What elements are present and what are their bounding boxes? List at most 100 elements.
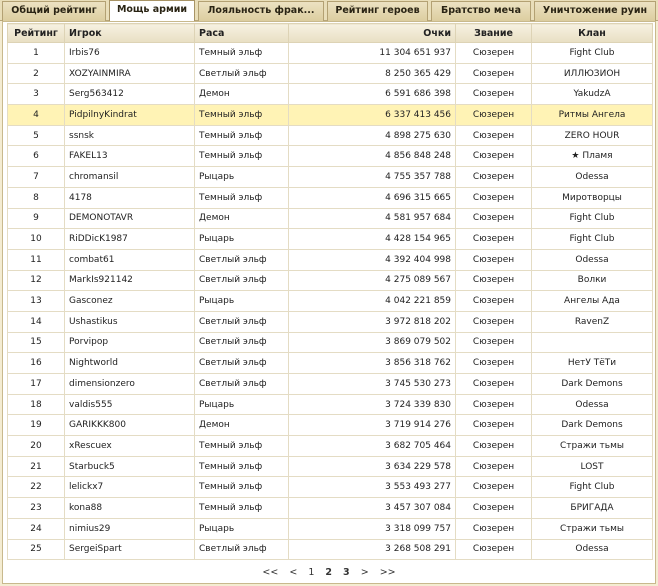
cell-clan[interactable]: Ангелы Ада (531, 290, 653, 312)
table-row[interactable]: 21 Starbuck5 Темный эльф 3 634 229 578 Сюзер… (7, 455, 653, 478)
cell-player[interactable]: Serg563412 (64, 83, 195, 106)
first-page-link[interactable]: << (262, 567, 278, 578)
cell-player[interactable]: DEMONOTAVR (64, 207, 195, 230)
cell-player[interactable]: XOZYAINMIRA (64, 62, 195, 85)
cell-clan[interactable]: Ритмы Ангела (531, 104, 653, 126)
cell-title: Сюзерен (455, 310, 532, 333)
table-row[interactable]: 25 SergeiSpart Светлый эльф 3 268 508 291 Сю… (7, 538, 653, 561)
cell-race: Светлый эльф (194, 538, 289, 561)
table-row[interactable]: 3 Serg563412 Демон 6 591 686 398 Сюзерен Yaku… (7, 83, 653, 106)
table-row[interactable]: 1 Irbis76 Темный эльф 11 304 651 937 Сюзерен… (7, 42, 653, 64)
cell-race: Светлый эльф (194, 331, 289, 354)
table-row[interactable]: 13 Gasconez Рыцарь 4 042 221 859 Сюзерен Анге… (7, 290, 653, 312)
cell-player[interactable]: xRescuex (64, 435, 195, 457)
cell-player[interactable]: FAKEL13 (64, 145, 195, 168)
cell-clan[interactable]: RavenZ (531, 310, 653, 333)
cell-points: 3 634 229 578 (288, 455, 456, 478)
cell-clan[interactable] (531, 331, 653, 354)
header-points[interactable]: Очки (288, 23, 456, 43)
cell-clan[interactable]: ★ Пламя (531, 145, 653, 168)
cell-player[interactable]: PidpilnyKindrat (64, 104, 195, 126)
page-link-3[interactable]: 3 (343, 567, 350, 578)
cell-player[interactable]: 4178 (64, 186, 195, 209)
table-row[interactable]: 22 lelickx7 Темный эльф 3 553 493 277 Сюзере… (7, 476, 653, 499)
table-row[interactable]: 12 MarkIs921142 Светлый эльф 4 275 089 567 С… (7, 269, 653, 292)
cell-clan[interactable]: YakudzA (531, 83, 653, 106)
cell-rank: 19 (7, 414, 65, 437)
cell-clan[interactable]: Odessa (531, 393, 653, 416)
table-row[interactable]: 19 GARIKKK800 Демон 3 719 914 276 Сюзерен Dar… (7, 414, 653, 437)
tab-heroes-rating[interactable]: Рейтинг героев (327, 1, 428, 21)
cell-player[interactable]: Nightworld (64, 352, 195, 374)
cell-player[interactable]: SergeiSpart (64, 538, 195, 561)
cell-clan[interactable]: НетУ ТёТи (531, 352, 653, 374)
header-race[interactable]: Раса (194, 23, 289, 43)
table-row[interactable]: 7 chromansil Рыцарь 4 755 357 788 Сюзерен Ode… (7, 166, 653, 188)
cell-clan[interactable]: LOST (531, 455, 653, 478)
header-rank[interactable]: Рейтинг (7, 23, 65, 43)
cell-points: 3 869 079 502 (288, 331, 456, 354)
cell-player[interactable]: GARIKKK800 (64, 414, 195, 437)
cell-clan[interactable]: Dark Demons (531, 373, 653, 395)
cell-clan[interactable]: ZERO HOUR (531, 124, 653, 147)
cell-player[interactable]: Porvipop (64, 331, 195, 354)
cell-clan[interactable]: ИЛЛЮЗИОН (531, 62, 653, 85)
cell-clan[interactable]: Стражи тьмы (531, 517, 653, 540)
table-row[interactable]: 11 combat61 Светлый эльф 4 392 404 998 Сюзер… (7, 248, 653, 271)
cell-player[interactable]: MarkIs921142 (64, 269, 195, 292)
cell-clan[interactable]: Odessa (531, 248, 653, 271)
cell-player[interactable]: Ushastikus (64, 310, 195, 333)
cell-clan[interactable]: БРИГАДА (531, 497, 653, 519)
cell-clan[interactable]: Dark Demons (531, 414, 653, 437)
table-row[interactable]: 17 dimensionzero Светлый эльф 3 745 530 273… (7, 373, 653, 395)
table-row[interactable]: 18 valdis555 Рыцарь 3 724 339 830 Сюзерен Ode… (7, 393, 653, 416)
page-link-1[interactable]: 1 (308, 567, 314, 578)
cell-player[interactable]: lelickx7 (64, 476, 195, 499)
header-clan[interactable]: Клан (531, 23, 653, 43)
table-row[interactable]: 9 DEMONOTAVR Демон 4 581 957 684 Сюзерен Figh… (7, 207, 653, 230)
next-page-link[interactable]: > (361, 567, 369, 578)
tab-ruins-destruction[interactable]: Уничтожение руин (534, 1, 656, 21)
last-page-link[interactable]: >> (380, 567, 396, 578)
cell-player[interactable]: Gasconez (64, 290, 195, 312)
tab-army-power[interactable]: Мощь армии (109, 0, 195, 22)
cell-player[interactable]: nimius29 (64, 517, 195, 540)
table-row[interactable]: 5 ssnsk Темный эльф 4 898 275 630 Сюзерен ZER… (7, 124, 653, 147)
cell-title: Сюзерен (455, 248, 532, 271)
cell-clan[interactable]: Волки (531, 269, 653, 292)
cell-player[interactable]: ssnsk (64, 124, 195, 147)
cell-clan[interactable]: Стражи тьмы (531, 435, 653, 457)
cell-player[interactable]: chromansil (64, 166, 195, 188)
prev-page-link[interactable]: < (289, 567, 297, 578)
header-player[interactable]: Игрок (64, 23, 195, 43)
cell-player[interactable]: Starbuck5 (64, 455, 195, 478)
cell-player[interactable]: combat61 (64, 248, 195, 271)
cell-player[interactable]: valdis555 (64, 393, 195, 416)
header-title[interactable]: Звание (455, 23, 532, 43)
table-row[interactable]: 10 RiDDicK1987 Рыцарь 4 428 154 965 Сюзерен F… (7, 228, 653, 250)
tab-faction-loyalty[interactable]: Лояльность фрак... (198, 1, 324, 21)
cell-clan[interactable]: Odessa (531, 166, 653, 188)
cell-player[interactable]: Irbis76 (64, 42, 195, 64)
table-row[interactable]: 14 Ushastikus Светлый эльф 3 972 818 202 Сюз… (7, 310, 653, 333)
cell-clan[interactable]: Миротворцы (531, 186, 653, 209)
table-row[interactable]: 4 PidpilnyKindrat Темный эльф 6 337 413 456… (7, 104, 653, 126)
tab-overall-rating[interactable]: Общий рейтинг (2, 1, 106, 21)
table-row[interactable]: 24 nimius29 Рыцарь 3 318 099 757 Сюзерен Стра… (7, 517, 653, 540)
table-row[interactable]: 8 4178 Темный эльф 4 696 315 665 Сюзерен Миро… (7, 186, 653, 209)
cell-player[interactable]: kona88 (64, 497, 195, 519)
cell-clan[interactable]: Fight Club (531, 228, 653, 250)
cell-clan[interactable]: Fight Club (531, 207, 653, 230)
table-row[interactable]: 20 xRescuex Темный эльф 3 682 705 464 Сюзере… (7, 435, 653, 457)
cell-player[interactable]: dimensionzero (64, 373, 195, 395)
cell-clan[interactable]: Odessa (531, 538, 653, 561)
table-row[interactable]: 15 Porvipop Светлый эльф 3 869 079 502 Сюзер… (7, 331, 653, 354)
table-row[interactable]: 2 XOZYAINMIRA Светлый эльф 8 250 365 429 Сюз… (7, 62, 653, 85)
cell-player[interactable]: RiDDicK1987 (64, 228, 195, 250)
table-row[interactable]: 16 Nightworld Светлый эльф 3 856 318 762 Сюз… (7, 352, 653, 374)
table-row[interactable]: 23 kona88 Темный эльф 3 457 307 084 Сюзерен Б… (7, 497, 653, 519)
tab-sword-brotherhood[interactable]: Братство меча (431, 1, 531, 21)
table-row[interactable]: 6 FAKEL13 Темный эльф 4 856 848 248 Сюзерен ★… (7, 145, 653, 168)
cell-clan[interactable]: Fight Club (531, 476, 653, 499)
cell-clan[interactable]: Fight Club (531, 42, 653, 64)
